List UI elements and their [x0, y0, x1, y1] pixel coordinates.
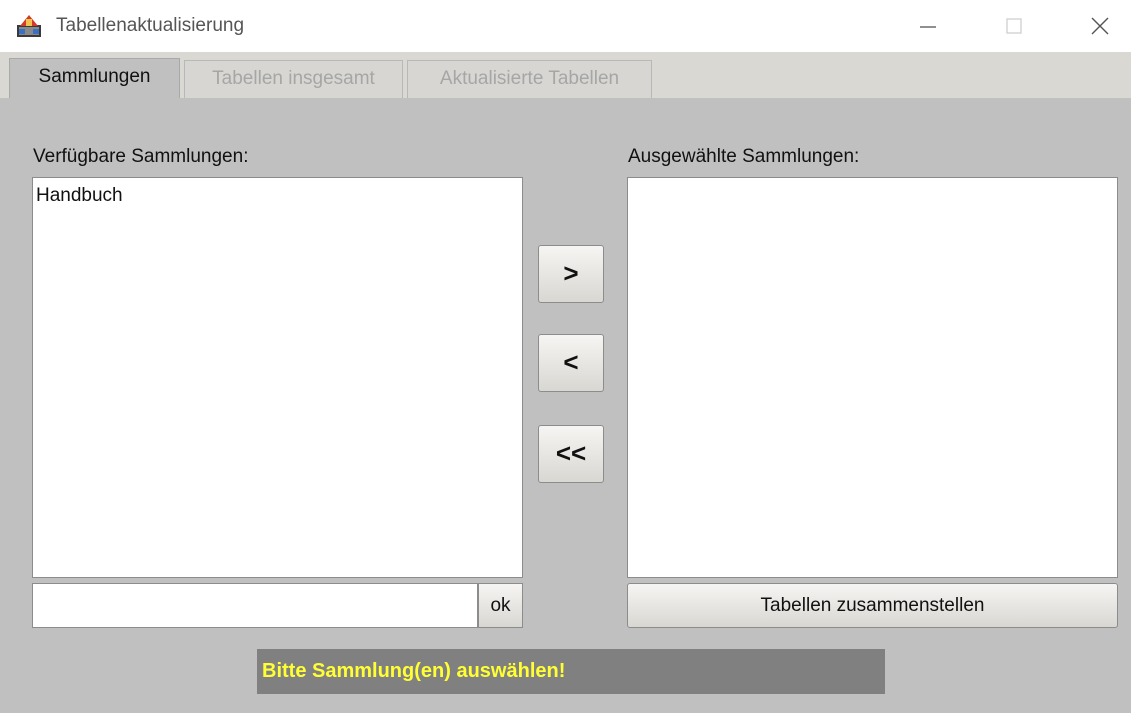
add-selected-button[interactable]: >	[538, 245, 604, 303]
available-collections-list[interactable]: Handbuch	[32, 177, 523, 578]
window-title: Tabellenaktualisierung	[56, 15, 245, 36]
selected-collections-label: Ausgewählte Sammlungen:	[628, 146, 860, 167]
remove-all-button[interactable]: <<	[538, 425, 604, 483]
maximize-icon	[1006, 18, 1022, 34]
remove-selected-button[interactable]: <	[538, 334, 604, 392]
title-bar: Tabellenaktualisierung	[0, 0, 1131, 52]
available-collections-label: Verfügbare Sammlungen:	[33, 146, 249, 167]
close-button[interactable]	[1070, 0, 1130, 52]
app-icon[interactable]	[16, 14, 42, 38]
compile-tables-button[interactable]: Tabellen zusammenstellen	[627, 583, 1118, 628]
minimize-icon	[920, 26, 936, 28]
collection-filter-input[interactable]	[32, 583, 478, 628]
tab-tabellen-insgesamt[interactable]: Tabellen insgesamt	[184, 60, 403, 98]
selected-collections-list[interactable]	[627, 177, 1118, 578]
close-icon	[1091, 17, 1109, 35]
maximize-button[interactable]	[984, 0, 1044, 52]
tab-sammlungen[interactable]: Sammlungen	[9, 58, 180, 98]
ok-button[interactable]: ok	[478, 583, 523, 628]
minimize-button[interactable]	[898, 0, 958, 52]
status-message: Bitte Sammlung(en) auswählen!	[257, 649, 885, 694]
tab-aktualisierte-tabellen[interactable]: Aktualisierte Tabellen	[407, 60, 652, 98]
list-item[interactable]: Handbuch	[33, 178, 522, 208]
